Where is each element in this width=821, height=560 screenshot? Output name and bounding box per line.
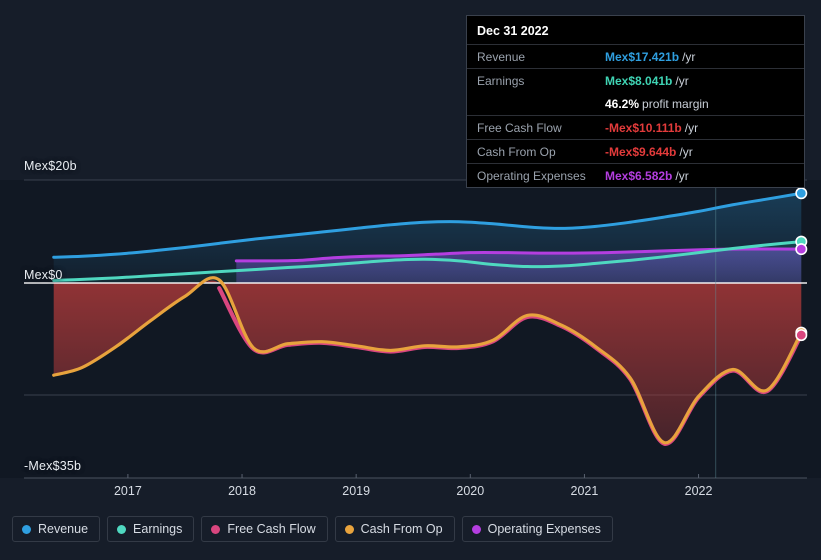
x-axis-tick-2019: 2019: [342, 484, 371, 498]
x-axis-tick-2020: 2020: [456, 484, 485, 498]
tooltip-row: Free Cash Flow -Mex$10.111b/yr: [467, 115, 804, 139]
x-axis-tick-2018: 2018: [228, 484, 256, 498]
tooltip-row-label: Revenue: [477, 49, 526, 64]
tooltip-rows: Revenue Mex$17.421b/yr Earnings Mex$8.041b /…: [467, 44, 804, 187]
legend-item-label: Operating Expenses: [487, 522, 601, 536]
legend-item-free-cash-flow[interactable]: Free Cash Flow: [201, 516, 328, 542]
data-tooltip: Dec 31 2022 Revenue Mex$17.421b/yr Earning…: [466, 15, 805, 188]
tooltip-row-label: Free Cash Flow: [477, 120, 562, 135]
tooltip-row-unit: /yr: [682, 49, 696, 64]
tooltip-row-unit: /yr: [684, 120, 699, 135]
tooltip-row-value: Mex$17.421b: [605, 49, 680, 64]
legend-item-label: Revenue: [38, 522, 89, 536]
tooltip-row-label: Operating Expenses: [477, 168, 586, 183]
x-axis-tick-2021: 2021: [570, 484, 599, 498]
tooltip-row: Cash From Op -Mex$9.644b/yr: [467, 139, 804, 163]
tooltip-row-unit: /yr: [675, 168, 689, 183]
x-axis-tick-2017: 2017: [113, 484, 142, 498]
tooltip-row-unit: /yr: [675, 73, 689, 88]
legend-color-dot-icon: [344, 524, 354, 534]
legend-item-label: Cash From Op: [360, 522, 443, 536]
y-axis-label-bottom: -Mex$35b: [24, 459, 82, 473]
tooltip-row: 46.2% profit margin: [467, 92, 804, 115]
tooltip-title: Dec 31 2022: [477, 24, 549, 38]
legend-color-dot-icon: [117, 524, 127, 534]
tooltip-row-unit: /yr: [679, 144, 693, 159]
tooltip-row: Earnings Mex$8.041b/yr: [467, 68, 804, 92]
revenue-endpoint-marker: [795, 187, 808, 200]
legend-color-dot-icon: [471, 524, 481, 534]
legend-item-label: Free Cash Flow: [227, 522, 316, 536]
tooltip-row-value: -Mex$9.644b: [605, 144, 677, 159]
legend-item-operating-expenses[interactable]: Operating Expenses: [461, 516, 613, 542]
legend-item-earnings[interactable]: Earnings: [107, 516, 195, 542]
tooltip-row-label: Earnings: [477, 73, 525, 88]
y-axis-label-zero: Mex$0: [24, 268, 63, 282]
operating-expenses-endpoint-marker: [795, 243, 808, 256]
legend-item-cash-from-op[interactable]: Cash From Op: [334, 516, 455, 542]
tooltip-row: Revenue Mex$17.421b/yr: [467, 44, 804, 68]
tooltip-row-label: Cash From Op: [477, 144, 556, 159]
tooltip-row-value: 46.2%: [605, 96, 640, 111]
tooltip-row-value: Mex$8.041b: [605, 73, 673, 88]
x-axis-tick-2022: 2022: [684, 484, 713, 498]
chart-legend[interactable]: Revenue Earnings Free Cash Flow Cash From O…: [12, 516, 613, 542]
legend-color-dot-icon: [211, 524, 221, 534]
tooltip-row-unit: profit margin: [642, 96, 709, 111]
tooltip-row-value: Mex$6.582b: [605, 168, 673, 183]
tooltip-row-value: -Mex$10.111b: [605, 120, 682, 135]
chart-root: Mex$20b Mex$0 -Mex$35b 2017 2018 2019 2020 2…: [0, 0, 821, 560]
tooltip-row: Operating Expenses Mex$6.582b/yr: [467, 163, 804, 187]
free-cash-flow-endpoint-marker: [795, 329, 808, 342]
legend-item-revenue[interactable]: Revenue: [12, 516, 101, 542]
legend-item-label: Earnings: [133, 522, 183, 536]
y-axis-label-top: Mex$20b: [24, 159, 77, 173]
legend-color-dot-icon: [22, 524, 31, 534]
